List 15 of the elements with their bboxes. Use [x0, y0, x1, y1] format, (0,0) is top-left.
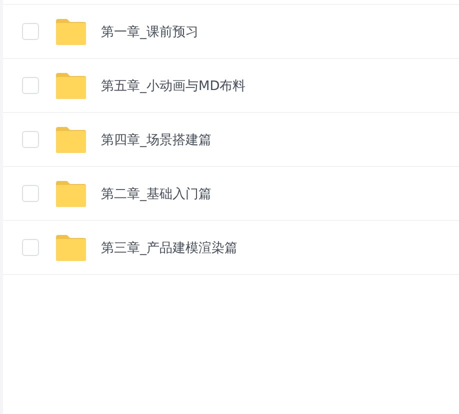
- checkbox[interactable]: [22, 239, 39, 256]
- folder-icon: [55, 18, 87, 44]
- folder-name[interactable]: 第四章_场景搭建篇: [101, 130, 212, 148]
- folder-name[interactable]: 第三章_产品建模渲染篇: [101, 238, 238, 256]
- checkbox[interactable]: [22, 131, 39, 148]
- folder-icon: [55, 180, 87, 206]
- folder-name[interactable]: 第五章_小动画与MD布料: [101, 76, 246, 94]
- folder-name[interactable]: 第二章_基础入门篇: [101, 184, 212, 202]
- checkbox[interactable]: [22, 185, 39, 202]
- folder-name[interactable]: 第一章_课前预习: [101, 22, 198, 40]
- folder-icon: [55, 72, 87, 98]
- folder-icon: [55, 234, 87, 260]
- checkbox[interactable]: [22, 77, 39, 94]
- folder-icon: [55, 126, 87, 152]
- checkbox[interactable]: [22, 23, 39, 40]
